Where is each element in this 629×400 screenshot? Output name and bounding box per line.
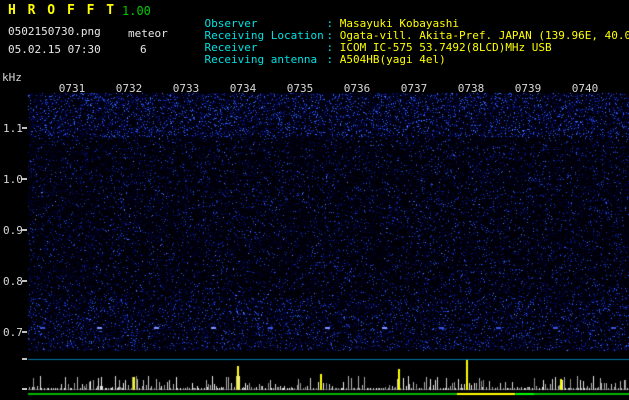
filename-label: 0502150730.png [8, 25, 101, 38]
freq-tick [22, 229, 27, 231]
datetime-label: 05.02.15 07:30 [8, 43, 101, 56]
freq-axis-label: 1.1 [3, 122, 23, 135]
freq-axis-label: 0.8 [3, 275, 23, 288]
app-title: H R O F F T [8, 3, 116, 18]
freq-axis-label: 1.0 [3, 173, 23, 186]
time-axis-label: 0737 [397, 82, 431, 95]
time-axis-label: 0731 [55, 82, 89, 95]
freq-axis-label: 0.9 [3, 224, 23, 237]
time-axis-label: 0735 [283, 82, 317, 95]
freq-tick [22, 178, 27, 180]
freq-axis-label: 0.7 [3, 326, 23, 339]
time-axis-label: 0732 [112, 82, 146, 95]
info-row-antenna: Receiving antenna: A504HB(yagi 4el) [178, 42, 446, 78]
freq-tick [22, 331, 27, 333]
app-version: 1.00 [122, 4, 151, 18]
mode-label: meteor [128, 27, 168, 40]
time-axis-label: 0738 [454, 82, 488, 95]
time-axis-label: 0740 [568, 82, 602, 95]
time-axis-label: 0739 [511, 82, 545, 95]
meteor-count: 6 [140, 43, 147, 56]
freq-tick [22, 280, 27, 282]
bottom-graph-tick [22, 358, 27, 360]
info-value: A504HB(yagi 4el) [340, 53, 446, 66]
time-axis-label: 0733 [169, 82, 203, 95]
time-axis-label: 0734 [226, 82, 260, 95]
time-axis-label: 0736 [340, 82, 374, 95]
hrofft-screen: H R O F F T 1.00 0502150730.png meteor 0… [0, 0, 629, 400]
bottom-graph-tick [22, 388, 27, 390]
freq-tick [22, 127, 27, 129]
info-colon: : [327, 53, 334, 66]
freq-axis-unit: kHz [2, 71, 22, 84]
info-label: Receiving antenna [205, 54, 327, 66]
